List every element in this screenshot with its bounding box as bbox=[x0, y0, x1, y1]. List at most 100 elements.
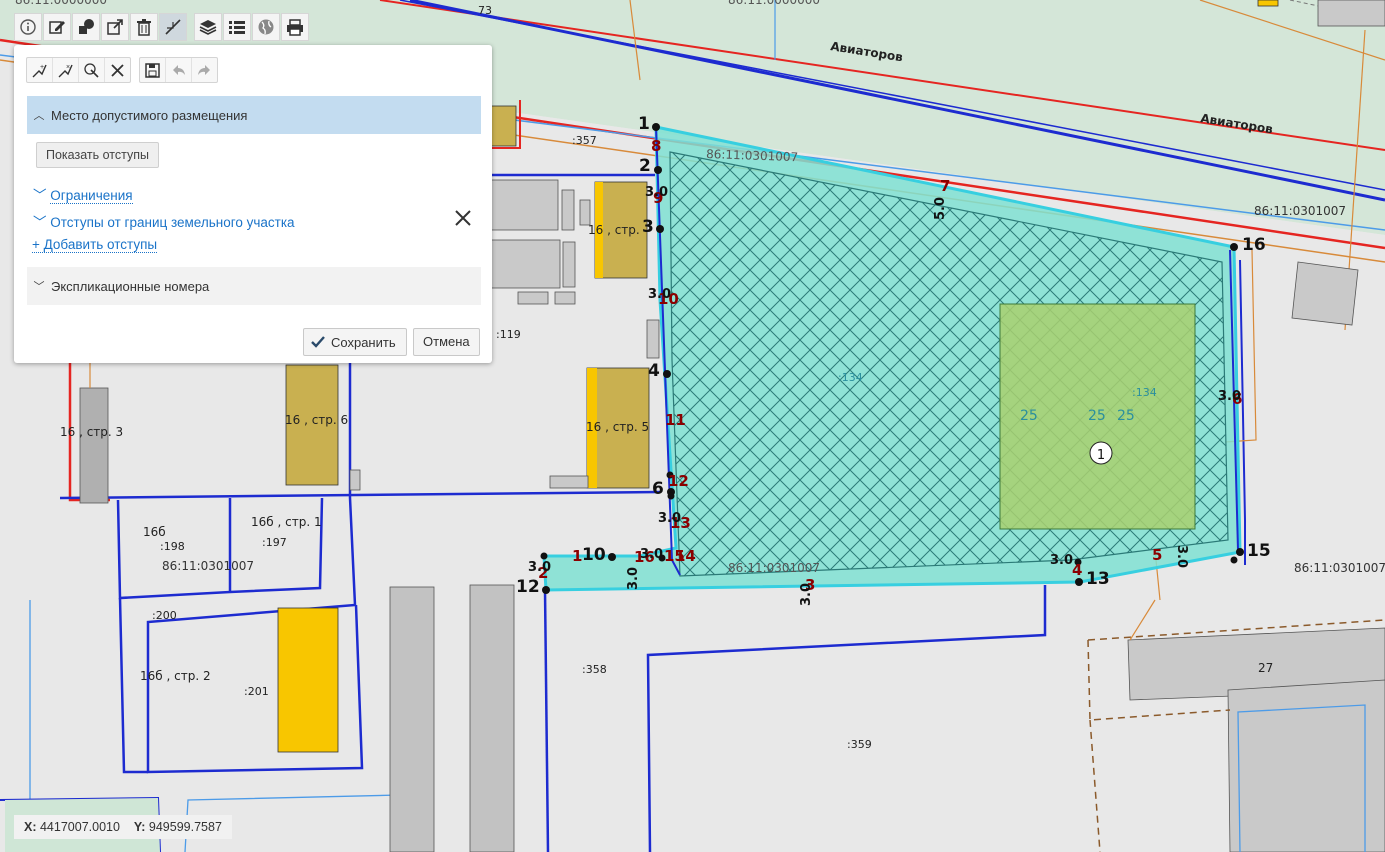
vertex-point[interactable] bbox=[656, 225, 664, 233]
zone-label: 25 bbox=[1088, 408, 1106, 424]
remove-offsets-icon[interactable] bbox=[453, 207, 473, 229]
print-icon[interactable] bbox=[281, 13, 309, 41]
vertex-point[interactable] bbox=[652, 123, 660, 131]
add-offsets-link[interactable]: + Добавить отступы bbox=[32, 237, 158, 253]
restrictions-link[interactable]: ﹀ Ограничения bbox=[33, 184, 133, 204]
vertex-point[interactable] bbox=[654, 166, 662, 174]
chevron-down-icon: ﹀ bbox=[33, 215, 47, 230]
section-header-explication[interactable]: ﹀ Экспликационные номера bbox=[27, 267, 481, 305]
svg-text:+: + bbox=[40, 64, 44, 71]
panel-toolbar: + × bbox=[26, 57, 226, 83]
vertex-point[interactable] bbox=[1230, 556, 1238, 564]
vertex-point[interactable] bbox=[540, 552, 548, 560]
building bbox=[79, 387, 109, 504]
placement-edit-panel: + × ︿ Место допустимого размещения Показ… bbox=[14, 45, 492, 363]
vertex-point[interactable] bbox=[1075, 578, 1083, 586]
chevron-up-icon: ︿ bbox=[33, 110, 45, 122]
cadastral-label: 86:11:0000000 bbox=[728, 0, 820, 7]
building bbox=[646, 319, 660, 359]
parcel-label: :358 bbox=[582, 663, 607, 676]
building bbox=[489, 179, 559, 231]
parcel-label: :357 bbox=[572, 134, 597, 147]
building bbox=[349, 469, 361, 491]
explication-title: Экспликационные номера bbox=[51, 278, 210, 294]
vertex-point[interactable] bbox=[542, 586, 550, 594]
vertex-number: 3 bbox=[642, 217, 654, 237]
vertex-point[interactable] bbox=[608, 553, 616, 561]
vertex-point[interactable] bbox=[1236, 548, 1244, 556]
offsets-link[interactable]: ﹀ Отступы от границ земельного участка bbox=[33, 211, 295, 231]
add-point-icon[interactable]: + bbox=[27, 58, 53, 82]
building bbox=[489, 105, 517, 147]
shapes-icon[interactable] bbox=[72, 13, 100, 41]
edge-number: 5 bbox=[1152, 546, 1162, 564]
vertex-number: 10 bbox=[582, 545, 606, 565]
building-label: 16б bbox=[143, 525, 166, 539]
building bbox=[277, 607, 339, 753]
edge-number: 8 bbox=[651, 137, 661, 155]
vertex-number: 6 bbox=[652, 479, 664, 499]
offset-label: 3.0 bbox=[645, 185, 668, 200]
save-button[interactable]: Сохранить bbox=[303, 328, 407, 356]
layers-icon[interactable] bbox=[194, 13, 222, 41]
y-label: Y: bbox=[133, 820, 146, 834]
vertex-number: 15 bbox=[1247, 541, 1271, 561]
info-icon[interactable] bbox=[14, 13, 42, 41]
section-title: Место допустимого размещения bbox=[51, 107, 248, 123]
select-point-icon[interactable] bbox=[79, 58, 105, 82]
building bbox=[489, 239, 561, 289]
vertex-point[interactable] bbox=[663, 370, 671, 378]
vertex-point[interactable] bbox=[1230, 243, 1238, 251]
offsets-label: Отступы от границ земельного участка bbox=[50, 215, 295, 230]
offset-label: 3.0 bbox=[1174, 545, 1189, 568]
building-label: 16б , стр. 2 bbox=[140, 669, 211, 683]
building bbox=[1317, 0, 1385, 27]
vertex-number: 2 bbox=[639, 156, 651, 176]
chevron-down-icon: ﹀ bbox=[33, 281, 45, 293]
parcel-label: :119 bbox=[496, 328, 521, 341]
list-icon[interactable] bbox=[223, 13, 251, 41]
offset-label: 3.0 bbox=[1218, 389, 1241, 404]
offset-label: 3.0 bbox=[528, 560, 551, 575]
export-icon[interactable] bbox=[101, 13, 129, 41]
parcel-label: :134 bbox=[838, 371, 863, 384]
save-icon[interactable] bbox=[140, 58, 166, 82]
vertex-number: 4 bbox=[648, 361, 660, 381]
section-header-placement[interactable]: ︿ Место допустимого размещения bbox=[27, 96, 481, 134]
offset-label: 3.0 bbox=[640, 547, 663, 562]
vertex-number: 13 bbox=[1086, 569, 1110, 589]
edge-number: 15 bbox=[664, 547, 685, 565]
close-icon[interactable] bbox=[105, 58, 130, 82]
offset-label: 3.0 bbox=[648, 287, 671, 302]
undo-icon[interactable] bbox=[166, 58, 192, 82]
building-label: 16 , стр. bbox=[588, 223, 640, 237]
building bbox=[1257, 0, 1279, 7]
building bbox=[562, 241, 576, 288]
building-label: 16 , стр. 6 bbox=[285, 413, 348, 427]
cadastral-label: 86:11:0301007 bbox=[1294, 561, 1385, 575]
offset-label: 3.0 bbox=[799, 583, 814, 606]
cadastral-label: 86:11:0000000 bbox=[15, 0, 107, 7]
vertex-number: 12 bbox=[516, 577, 540, 597]
offset-label: 3.0 bbox=[626, 567, 641, 590]
show-offsets-button[interactable]: Показать отступы bbox=[36, 142, 159, 168]
main-toolbar bbox=[14, 12, 310, 42]
parcel-label: :197 bbox=[262, 536, 287, 549]
building-label: 16 , стр. 5 bbox=[586, 420, 649, 434]
delete-point-icon[interactable]: × bbox=[53, 58, 79, 82]
building bbox=[549, 475, 589, 489]
trash-icon[interactable] bbox=[130, 13, 158, 41]
offset-label: 5.0 bbox=[933, 197, 948, 220]
redo-icon[interactable] bbox=[192, 58, 217, 82]
edit-icon[interactable] bbox=[43, 13, 71, 41]
vertex-point[interactable] bbox=[667, 492, 675, 500]
parcel-label: :200 bbox=[152, 609, 177, 622]
cancel-button[interactable]: Отмена bbox=[413, 328, 480, 356]
zone-label: 25 bbox=[1117, 408, 1135, 424]
x-value: 4417007.0010 bbox=[39, 820, 120, 834]
building bbox=[469, 584, 515, 852]
cadastral-label: 86:11:0301007 bbox=[728, 561, 820, 575]
offset-label: 3.0 bbox=[658, 511, 681, 526]
measure-icon[interactable] bbox=[159, 13, 187, 41]
globe-icon[interactable] bbox=[252, 13, 280, 41]
